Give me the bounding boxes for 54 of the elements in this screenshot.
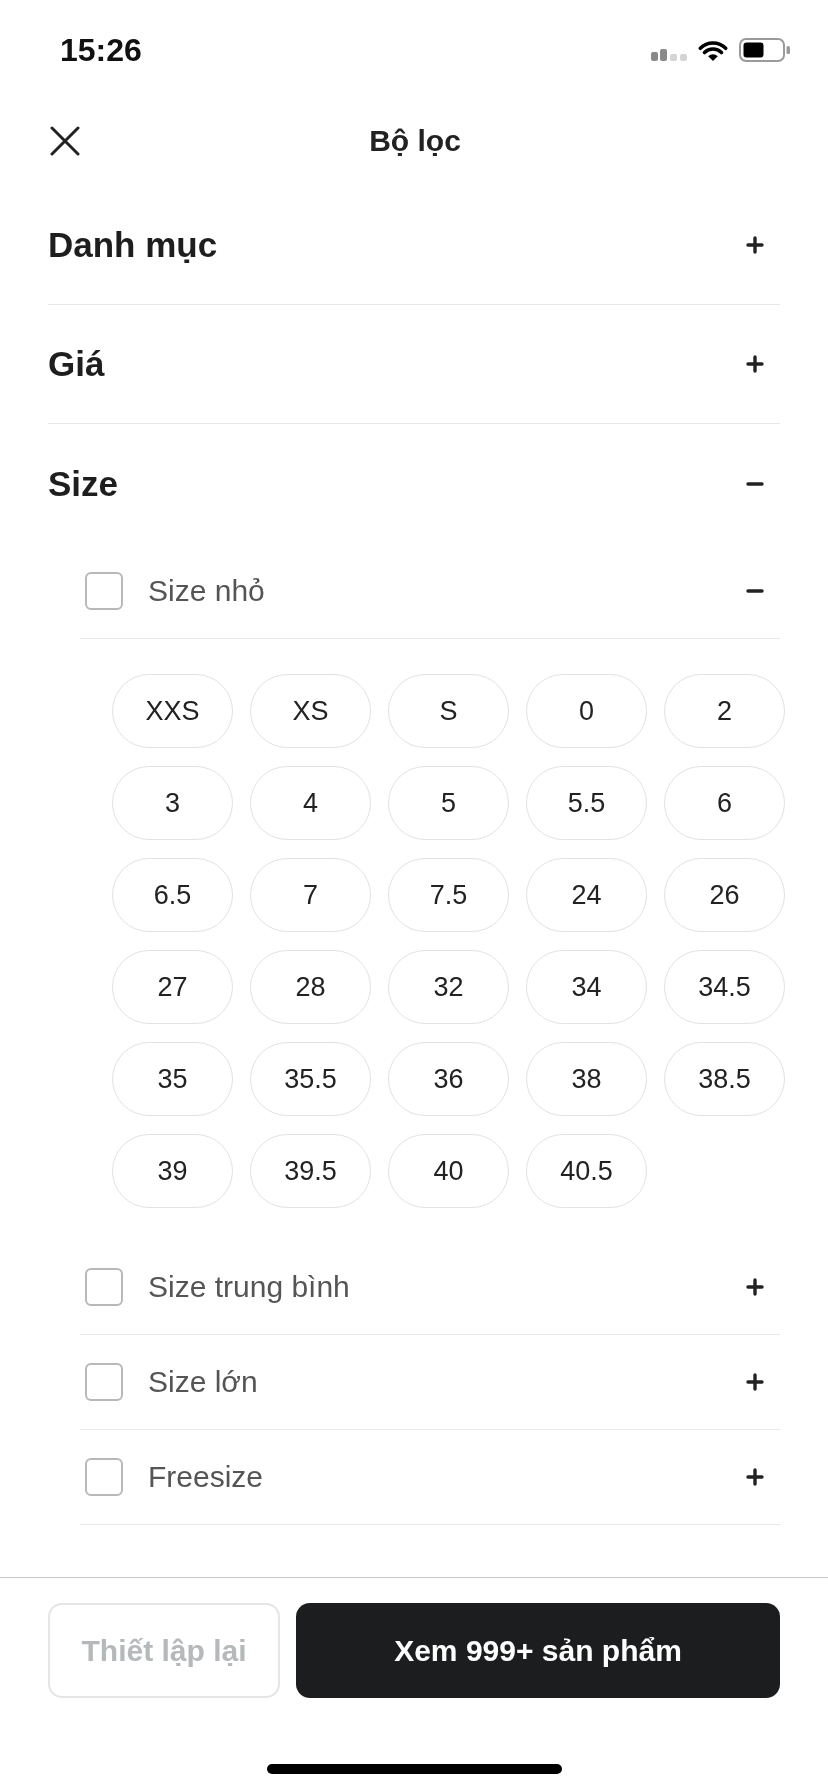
filter-chip[interactable]: 39 [112,1134,233,1208]
filter-chip[interactable]: 6.5 [112,858,233,932]
filter-chip[interactable]: S [388,674,509,748]
filter-chip[interactable]: 34.5 [664,950,785,1024]
filter-chip[interactable]: 38 [526,1042,647,1116]
checkbox-label: Size nhỏ [148,574,265,608]
filter-chip[interactable]: 39.5 [250,1134,371,1208]
battery-icon [739,38,791,62]
filter-chip[interactable]: 35.5 [250,1042,371,1116]
minus-icon[interactable] [746,589,764,593]
filter-chip[interactable]: 27 [112,950,233,1024]
checkbox-label: Freesize [148,1460,264,1494]
checkbox[interactable] [85,572,123,610]
filter-chip[interactable]: 7 [250,858,371,932]
filter-chip[interactable]: XXS [112,674,233,748]
filter-chip[interactable]: 40 [388,1134,509,1208]
filter-chip[interactable]: 36 [388,1042,509,1116]
filter-chip[interactable]: 6 [664,766,785,840]
filter-chip[interactable]: 7.5 [388,858,509,932]
filter-chip[interactable]: 35 [112,1042,233,1116]
filter-chip[interactable]: 0 [526,674,647,748]
apply-button[interactable]: Xem 999+ sản phẩm [296,1603,780,1698]
filter-chip[interactable]: 4 [250,766,371,840]
filter-chip[interactable]: 38.5 [664,1042,785,1116]
filter-chip[interactable]: 24 [526,858,647,932]
filter-chip[interactable]: XS [250,674,371,748]
page-title: Bộ lọc [369,124,461,158]
plus-icon[interactable] [746,1278,764,1296]
section-title[interactable]: Giá [48,344,105,384]
filter-chip[interactable]: 2 [664,674,785,748]
filter-chip[interactable]: 40.5 [526,1134,647,1208]
plus-icon[interactable] [746,1468,764,1486]
close-icon[interactable] [50,126,80,156]
filter-chip[interactable]: 5.5 [526,766,647,840]
plus-icon[interactable] [746,355,764,373]
filter-chip[interactable]: 32 [388,950,509,1024]
section-title[interactable]: Size [48,464,119,504]
section-title[interactable]: Danh mục [48,225,218,265]
checkbox[interactable] [85,1268,123,1306]
signal-icon [651,47,687,61]
wifi-icon [697,38,729,62]
minus-icon[interactable] [746,482,764,486]
checkbox-label: Size trung bình [148,1270,350,1304]
status-time: 15:26 [60,31,142,69]
plus-icon[interactable] [746,1373,764,1391]
filter-chip[interactable]: 28 [250,950,371,1024]
filter-chip[interactable]: 3 [112,766,233,840]
plus-icon[interactable] [746,236,764,254]
filter-chip[interactable]: 34 [526,950,647,1024]
filter-chip[interactable]: 5 [388,766,509,840]
checkbox[interactable] [85,1458,123,1496]
checkbox-label: Size lớn [148,1365,258,1399]
filter-chip[interactable]: 26 [664,858,785,932]
checkbox[interactable] [85,1363,123,1401]
